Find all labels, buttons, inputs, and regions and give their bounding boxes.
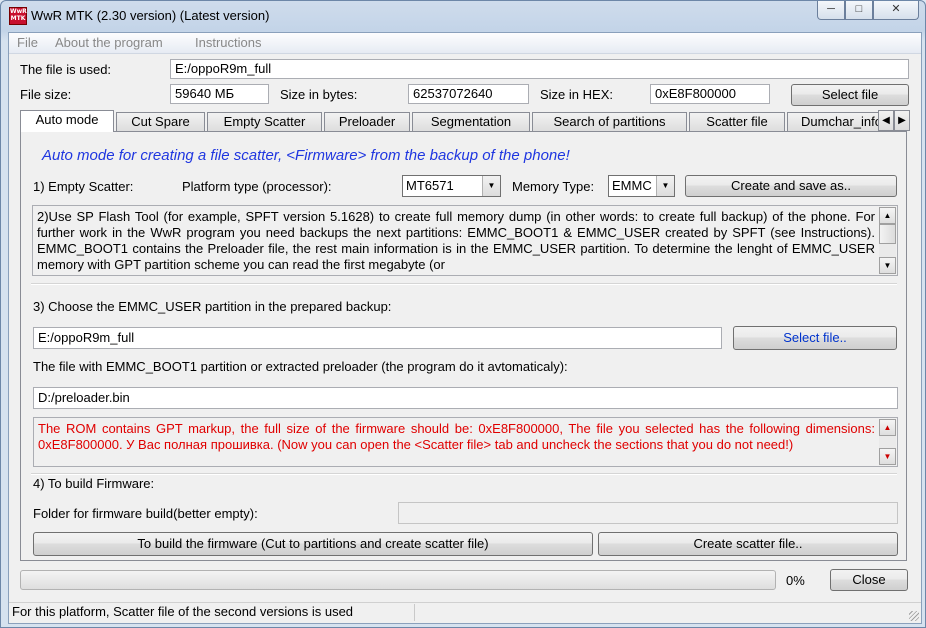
select-emmc-file-button[interactable]: Select file.. xyxy=(733,326,897,350)
size-bytes-label: Size in bytes: xyxy=(280,87,358,102)
tab-scroll-left-icon[interactable]: ◀ xyxy=(878,110,894,131)
menu-about[interactable]: About the program xyxy=(55,35,163,50)
menu-file[interactable]: File xyxy=(17,35,38,50)
create-save-button[interactable]: Create and save as.. xyxy=(685,175,897,197)
memory-type-value: EMMC xyxy=(612,178,652,193)
progress-bar xyxy=(20,570,776,590)
build-folder-field[interactable] xyxy=(398,502,898,524)
tab-segmentation[interactable]: Segmentation xyxy=(412,112,530,132)
platform-select-value: MT6571 xyxy=(406,178,454,193)
tab-cut-spare[interactable]: Cut Spare xyxy=(116,112,205,132)
close-button[interactable]: Close xyxy=(830,569,908,591)
tab-scroll-right-icon[interactable]: ▶ xyxy=(894,110,910,131)
app-logo-icon: WwR MTK xyxy=(9,7,27,25)
emmc-user-path-field[interactable]: E:/oppoR9m_full xyxy=(33,327,722,349)
progress-percent: 0% xyxy=(786,573,805,588)
file-size-field[interactable]: 59640 МБ xyxy=(170,84,269,104)
status-text: For this platform, Scatter file of the s… xyxy=(10,604,415,621)
memo-scrollbar[interactable]: ▲ ▼ xyxy=(879,207,896,274)
tab-auto-mode[interactable]: Auto mode xyxy=(20,110,114,132)
chevron-down-icon: ▼ xyxy=(482,176,500,196)
step3-label: 3) Choose the EMMC_USER partition in the… xyxy=(33,299,392,314)
instructions-memo[interactable]: 2)Use SP Flash Tool (for example, SPFT v… xyxy=(32,205,898,276)
step1-label: 1) Empty Scatter: xyxy=(33,179,134,194)
platform-label: Platform type (processor): xyxy=(182,179,332,194)
size-bytes-field[interactable]: 62537072640 xyxy=(408,84,529,104)
rom-message-text: The ROM contains GPT markup, the full si… xyxy=(38,421,875,452)
close-window-button[interactable]: ✕ xyxy=(873,1,919,20)
divider xyxy=(31,473,897,475)
step4-label: 4) To build Firmware: xyxy=(33,476,155,491)
auto-mode-panel: Auto mode for creating a file scatter, <… xyxy=(20,131,907,561)
folder-label: Folder for firmware build(better empty): xyxy=(33,506,258,521)
memory-type-label: Memory Type: xyxy=(512,179,595,194)
boot-file-label: The file with EMMC_BOOT1 partition or ex… xyxy=(33,359,568,374)
title-bar[interactable]: WwR MTK WwR MTK (2.30 version) (Latest ve… xyxy=(1,1,925,31)
memory-type-select[interactable]: EMMC ▼ xyxy=(608,175,675,197)
file-used-field[interactable]: E:/oppoR9m_full xyxy=(170,59,909,79)
scroll-up-icon[interactable]: ▲ xyxy=(879,207,896,224)
tab-preloader[interactable]: Preloader xyxy=(324,112,410,132)
main-window: WwR MTK WwR MTK (2.30 version) (Latest ve… xyxy=(0,0,926,628)
resize-grip-icon[interactable] xyxy=(909,611,919,621)
window-title: WwR MTK (2.30 version) (Latest version) xyxy=(31,8,270,23)
chevron-down-icon: ▼ xyxy=(656,176,674,196)
file-used-label: The file is used: xyxy=(20,62,112,77)
tab-strip: Auto mode Cut Spare Empty Scatter Preloa… xyxy=(20,110,896,132)
client-area: File About the program Instructions The … xyxy=(8,32,922,624)
size-hex-field[interactable]: 0xE8F800000 xyxy=(650,84,770,104)
size-hex-label: Size in HEX: xyxy=(540,87,613,102)
message-scrollbar[interactable]: ▲ ▼ xyxy=(879,419,896,465)
rom-message-memo[interactable]: The ROM contains GPT markup, the full si… xyxy=(33,417,898,467)
platform-select[interactable]: MT6571 ▼ xyxy=(402,175,501,197)
tab-search-partitions[interactable]: Search of partitions xyxy=(532,112,687,132)
menu-bar: File About the program Instructions xyxy=(9,33,921,54)
scroll-thumb[interactable] xyxy=(879,224,896,244)
select-file-button[interactable]: Select file xyxy=(791,84,909,106)
scroll-down-icon[interactable]: ▼ xyxy=(879,257,896,274)
tab-empty-scatter[interactable]: Empty Scatter xyxy=(207,112,322,132)
scroll-down-icon[interactable]: ▼ xyxy=(879,448,896,465)
preloader-path-field[interactable]: D:/preloader.bin xyxy=(33,387,898,409)
scroll-up-icon[interactable]: ▲ xyxy=(879,419,896,436)
divider xyxy=(31,283,897,285)
tab-scatter-file[interactable]: Scatter file xyxy=(689,112,785,132)
menu-instructions[interactable]: Instructions xyxy=(195,35,261,50)
status-bar: For this platform, Scatter file of the s… xyxy=(9,602,921,623)
build-firmware-button[interactable]: To build the firmware (Cut to partitions… xyxy=(33,532,593,556)
file-size-label: File size: xyxy=(20,87,72,102)
auto-mode-heading: Auto mode for creating a file scatter, <… xyxy=(42,147,570,164)
minimize-button[interactable]: ─ xyxy=(817,1,845,20)
maximize-button[interactable]: □ xyxy=(845,1,873,20)
instructions-text: 2)Use SP Flash Tool (for example, SPFT v… xyxy=(37,209,875,272)
create-scatter-button[interactable]: Create scatter file.. xyxy=(598,532,898,556)
